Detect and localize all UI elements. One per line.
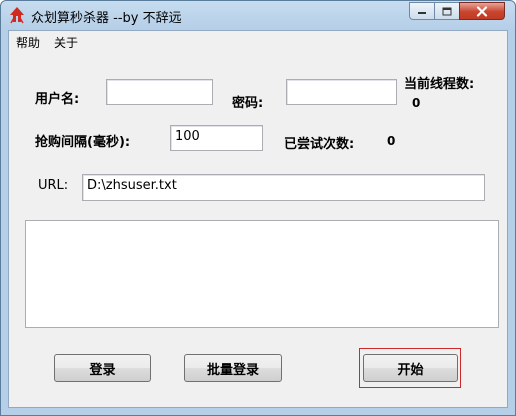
start-button[interactable]: 开始 — [363, 354, 458, 382]
thread-count-value: 0 — [412, 96, 421, 110]
close-button[interactable] — [459, 2, 505, 20]
url-input[interactable]: D:\zhsuser.txt — [82, 174, 485, 201]
username-label: 用户名: — [35, 92, 80, 107]
menu-help[interactable]: 帮助 — [16, 34, 40, 51]
login-button[interactable]: 登录 — [54, 354, 151, 382]
thread-count-label: 当前线程数: — [404, 77, 475, 92]
close-icon — [476, 5, 488, 17]
app-window: 众划算秒杀器 --by 不辞远 帮助 关于 用户名: 密码: 当前线程数: 0 … — [0, 0, 516, 416]
interval-input[interactable]: 100 — [170, 125, 263, 151]
maximize-button[interactable] — [434, 2, 460, 20]
batch-login-button[interactable]: 批量登录 — [184, 354, 282, 382]
username-input[interactable] — [106, 79, 213, 105]
interval-label: 抢购间隔(毫秒): — [35, 135, 131, 150]
menu-bar: 帮助 关于 — [9, 31, 507, 52]
client-area: 帮助 关于 用户名: 密码: 当前线程数: 0 抢购间隔(毫秒): 100 已尝… — [8, 30, 508, 408]
url-label: URL: — [38, 178, 69, 193]
minimize-button[interactable] — [409, 2, 435, 20]
window-title: 众划算秒杀器 --by 不辞远 — [31, 11, 182, 26]
maximize-icon — [442, 7, 452, 15]
log-textarea[interactable] — [25, 220, 499, 328]
title-bar[interactable]: 众划算秒杀器 --by 不辞远 — [1, 1, 515, 29]
main-form: 用户名: 密码: 当前线程数: 0 抢购间隔(毫秒): 100 已尝试次数: 0… — [9, 51, 507, 407]
app-logo-icon — [10, 7, 24, 24]
minimize-icon — [418, 12, 426, 14]
attempts-label: 已尝试次数: — [284, 137, 355, 152]
password-label: 密码: — [232, 96, 264, 111]
menu-about[interactable]: 关于 — [54, 34, 78, 51]
attempts-value: 0 — [387, 134, 396, 148]
password-input[interactable] — [286, 79, 397, 105]
